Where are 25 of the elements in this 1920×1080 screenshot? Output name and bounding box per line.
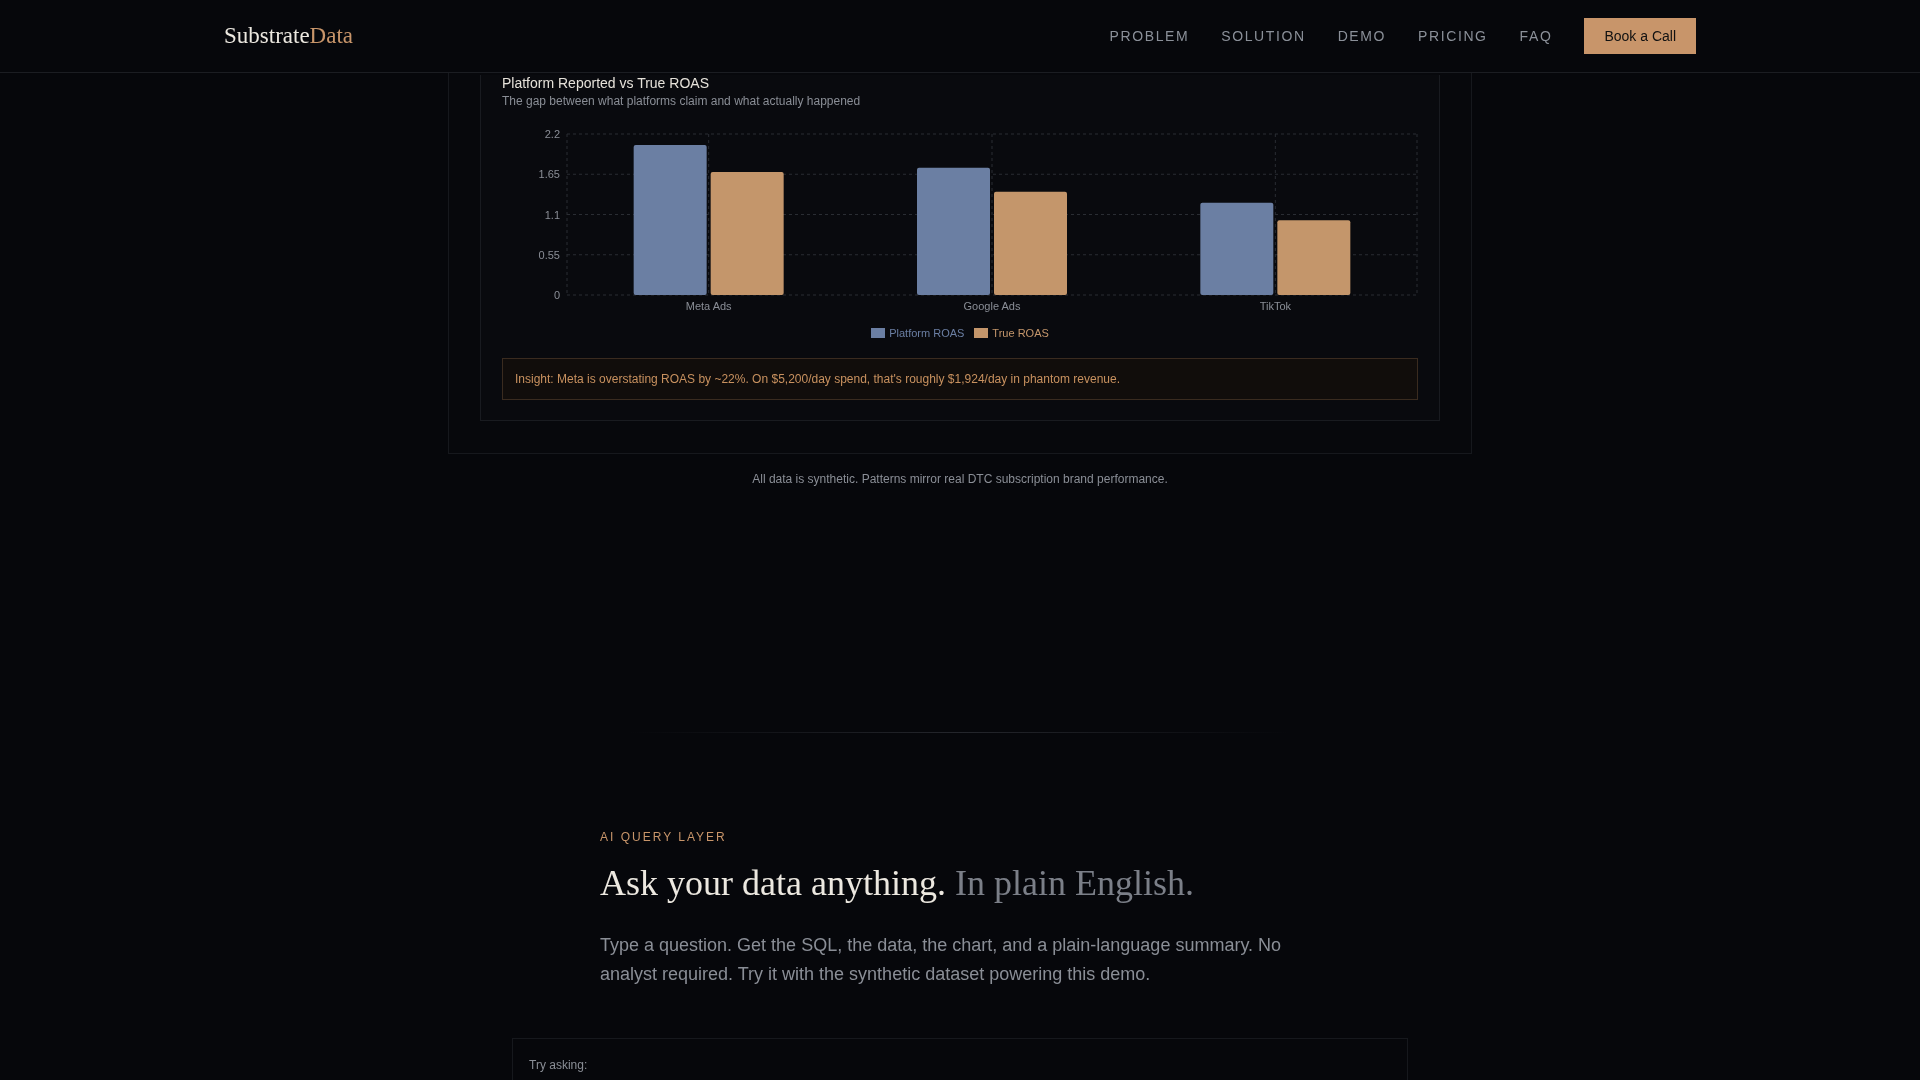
x-axis-label: TikTok [1259,300,1291,312]
y-axis-label: 2.2 [544,128,560,140]
nav-link[interactable]: DEMO [1337,28,1387,44]
footnote: All data is synthetic. Patterns mirror real DTC subscription brand performance. [752,472,1168,486]
nav-link[interactable]: PRICING [1418,28,1488,44]
nav-link[interactable]: FAQ [1519,28,1553,44]
chart-subtitle: The gap between what platforms claim and what actually happened [502,94,862,108]
y-axis-label: 0.55 [538,248,560,261]
logo-link[interactable]: SubstrateData [224,23,354,49]
section-heading: Ask your data anything. In plain English. [600,862,1195,905]
prompt-label: Try asking: [529,1058,588,1072]
y-axis-label: 1.1 [544,208,560,221]
nav-link[interactable]: SOLUTION [1221,28,1306,44]
nav-link[interactable]: PROBLEM [1109,28,1190,44]
section-description: Type a question. Get the SQL, the data, the chart, and a plain-language summary. No analyst required. Try it with the synthetic dataset powering this demo. [600,934,1283,986]
chart-title: Platform Reported vs True ROAS [502,75,710,91]
legend-label: Platform ROAS [889,326,965,340]
section-eyebrow: AI QUERY LAYER [600,830,728,844]
x-axis-label: Meta Ads [685,300,732,312]
y-axis-label: 1.65 [538,168,560,181]
insight-callout: Insight: Meta is overstating ROAS by ~22%. On $5,200/day spend, that's roughly $1,924/day in phantom revenue. [502,358,1418,400]
book-call-button[interactable]: Book a Call [1584,18,1696,54]
legend-label: True ROAS [992,326,1049,340]
y-axis-label: 0 [553,289,560,301]
x-axis-label: Google Ads [963,300,1021,312]
